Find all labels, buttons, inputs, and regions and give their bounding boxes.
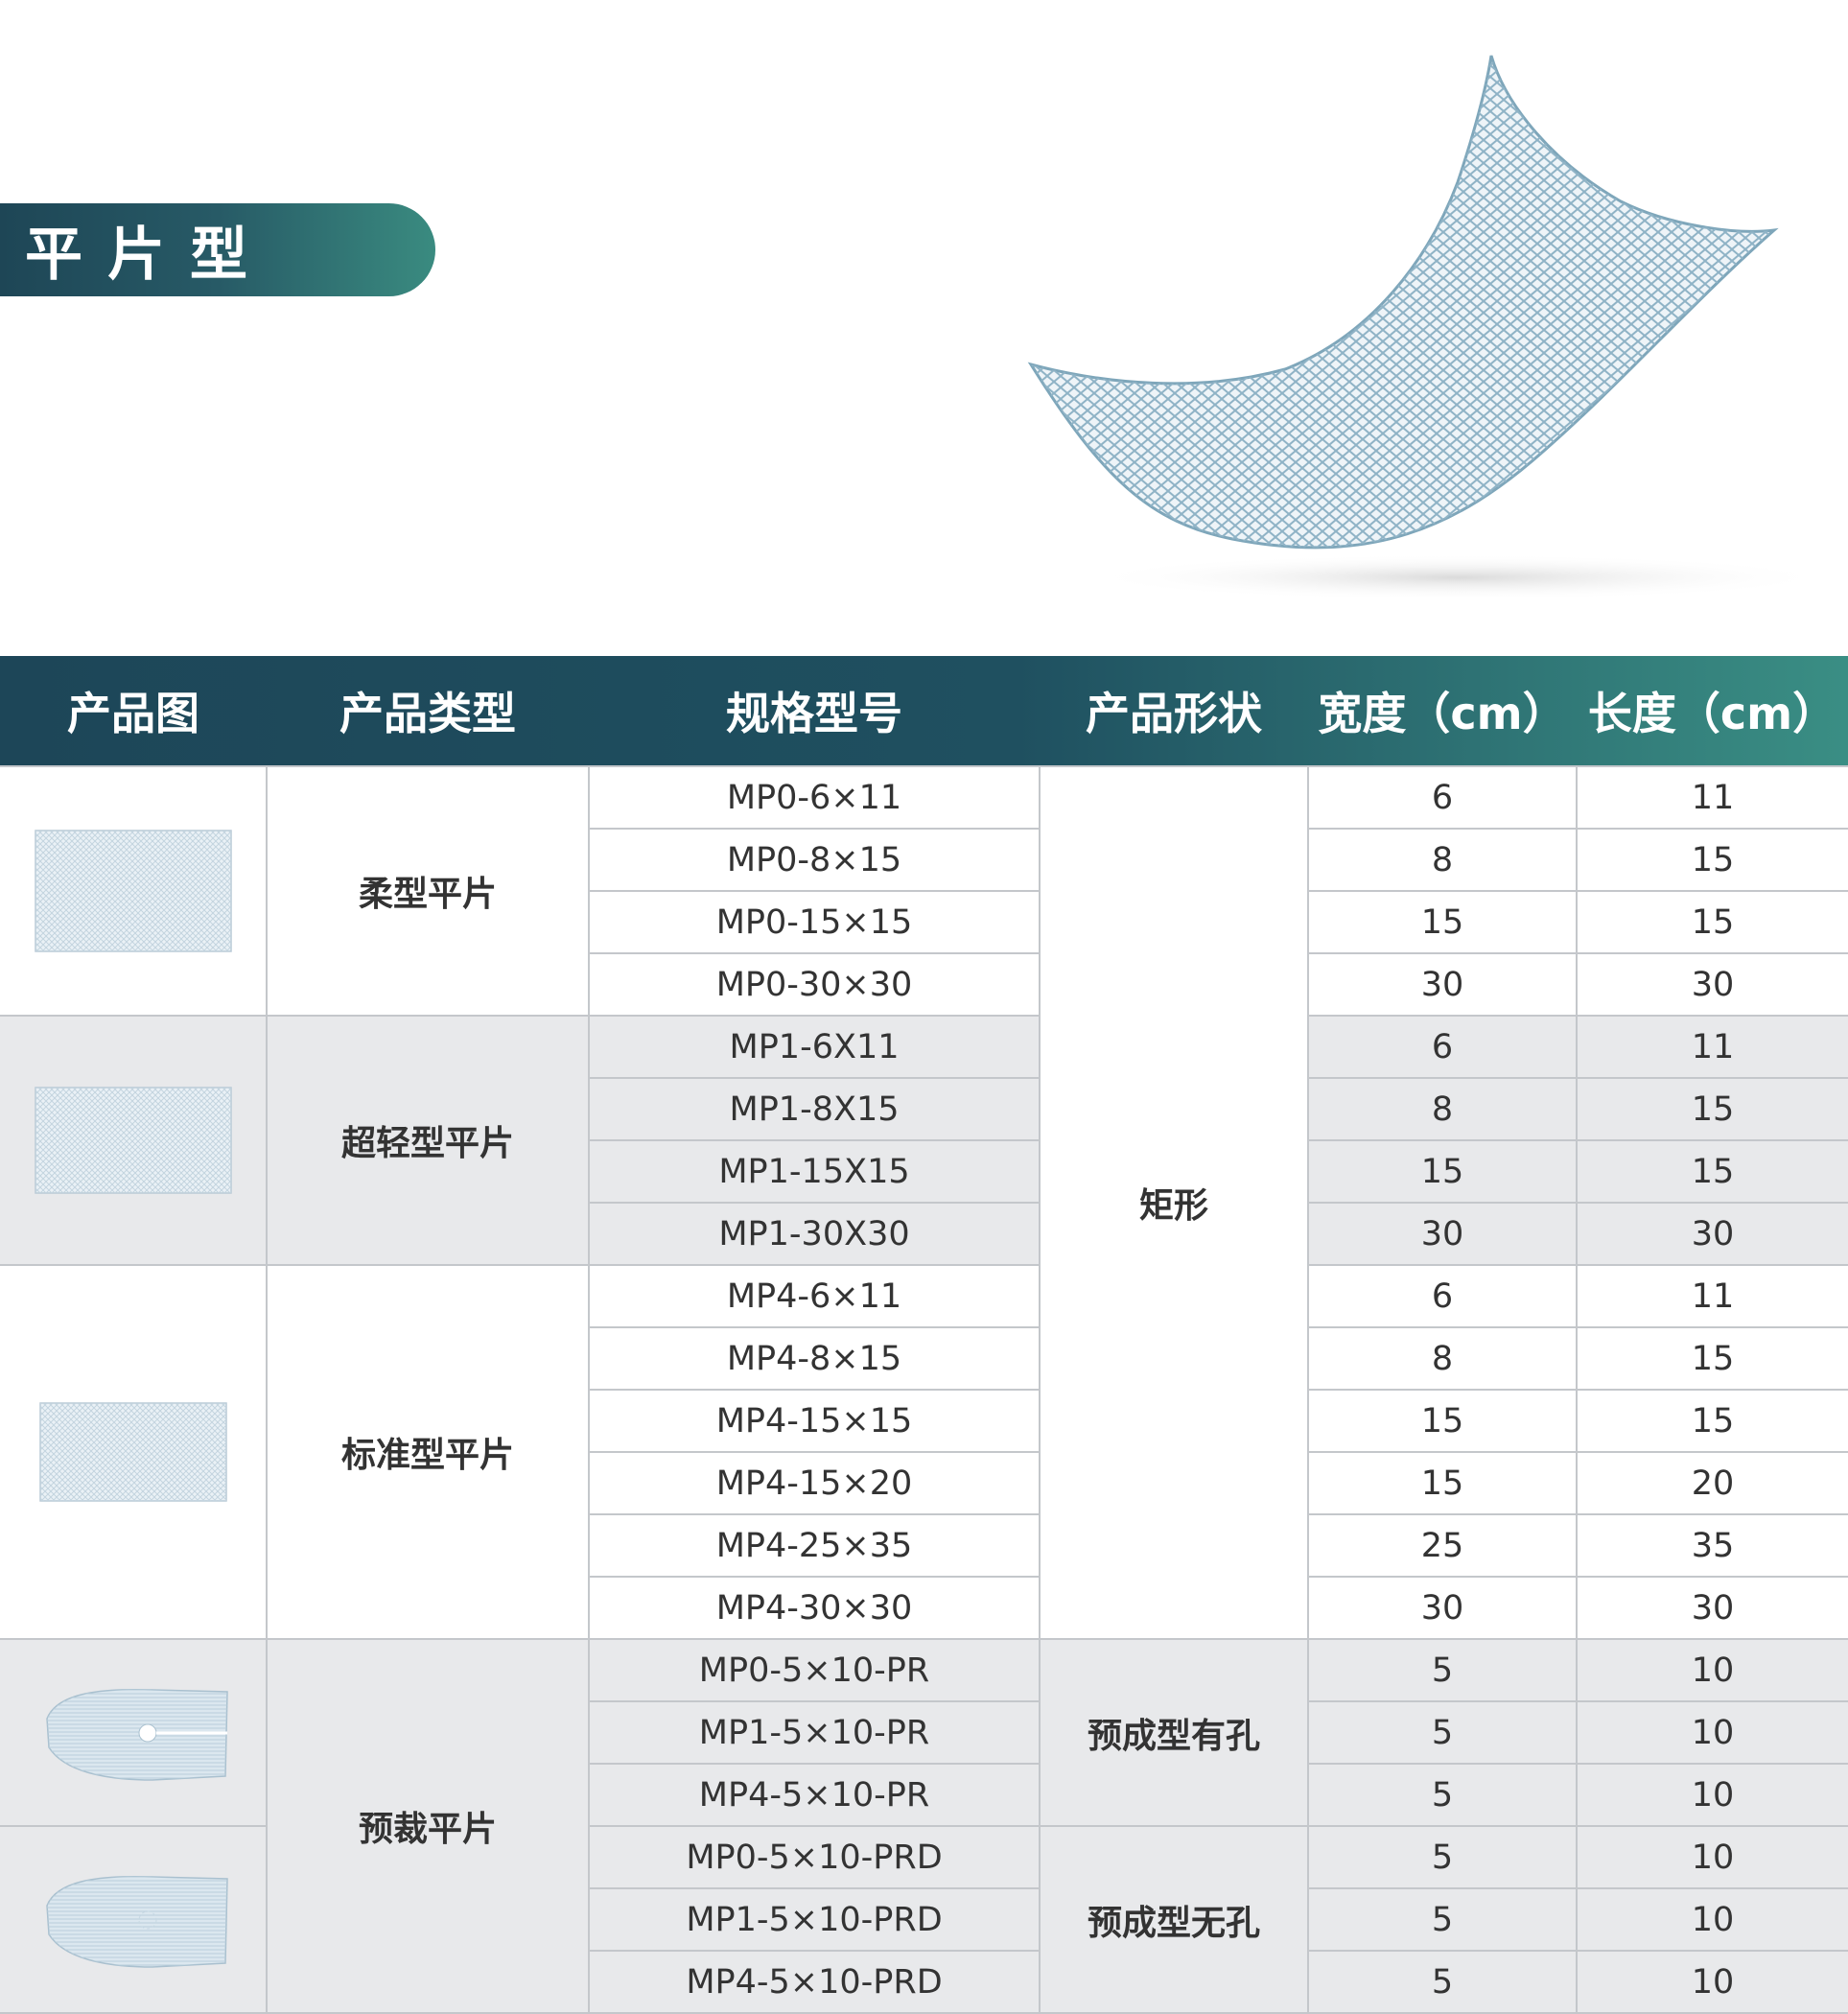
length-cell: 15 <box>1576 1326 1848 1391</box>
model-cell: MP4-15×20 <box>589 1451 1041 1515</box>
model-cell: MP4-5×10-PRD <box>589 1950 1041 2014</box>
product-image-cell <box>0 1638 268 1827</box>
length-cell: 10 <box>1576 1763 1848 1827</box>
section-banner: 平片型 <box>0 203 435 296</box>
length-cell: 30 <box>1576 952 1848 1017</box>
width-cell: 8 <box>1307 1326 1578 1391</box>
length-cell: 10 <box>1576 1700 1848 1765</box>
shape-cell: 预成型有孔 <box>1039 1638 1309 1827</box>
product-type: 预裁平片 <box>266 1638 590 2014</box>
header-product-image: 产品图 <box>67 688 199 739</box>
width-cell: 5 <box>1307 1825 1578 1889</box>
width-cell: 8 <box>1307 828 1578 892</box>
section-title: 平片型 <box>25 222 272 289</box>
table-row: 标准型平片 MP4-6×11 6 11 <box>0 1264 1848 1640</box>
width-cell: 8 <box>1307 1077 1578 1141</box>
header-length: 长度（cm） <box>1587 688 1837 739</box>
length-cell: 15 <box>1576 828 1848 892</box>
width-cell: 5 <box>1307 1700 1578 1765</box>
width-cell: 25 <box>1307 1513 1578 1578</box>
width-cell: 15 <box>1307 1139 1578 1204</box>
length-cell: 15 <box>1576 890 1848 954</box>
width-cell: 15 <box>1307 1451 1578 1515</box>
length-cell: 30 <box>1576 1576 1848 1640</box>
length-cell: 30 <box>1576 1202 1848 1266</box>
model-cell: MP1-30X30 <box>589 1202 1041 1266</box>
product-type: 柔型平片 <box>266 765 590 1017</box>
length-cell: 11 <box>1576 1264 1848 1328</box>
model-cell: MP4-30×30 <box>589 1576 1041 1640</box>
length-cell: 15 <box>1576 1077 1848 1141</box>
width-cell: 6 <box>1307 1015 1578 1079</box>
model-cell: MP1-15X15 <box>589 1139 1041 1204</box>
width-cell: 30 <box>1307 1202 1578 1266</box>
length-cell: 20 <box>1576 1451 1848 1515</box>
length-cell: 11 <box>1576 1015 1848 1079</box>
table-row: 预裁平片 MP0-5×10-PR 预成型有孔 5 10 <box>0 1638 1848 2014</box>
width-cell: 6 <box>1307 1264 1578 1328</box>
length-cell: 15 <box>1576 1139 1848 1204</box>
header-shape: 产品形状 <box>1086 688 1262 739</box>
spec-table: 产品图 产品类型 规格型号 产品形状 宽度（cm） 长度（cm） 柔型平片 MP0… <box>0 656 1848 2014</box>
header-model: 规格型号 <box>726 688 902 739</box>
model-cell: MP0-5×10-PRD <box>588 1825 1041 1889</box>
shape-cell: 矩形 <box>1039 765 1309 1640</box>
length-cell: 35 <box>1576 1513 1848 1578</box>
table-body: 柔型平片 MP0-6×11 矩形 6 11 MP0-8×15 8 15 MP0-15×15 15 1… <box>0 765 1848 2014</box>
header-product-type: 产品类型 <box>339 688 516 739</box>
model-cell: MP4-8×15 <box>589 1326 1041 1391</box>
width-cell: 6 <box>1307 765 1578 830</box>
length-cell: 10 <box>1576 1950 1848 2014</box>
mesh-sheet-illustration-icon <box>1027 55 1803 600</box>
rectangular-mesh-thumb-icon <box>34 1087 232 1194</box>
model-cell: MP1-8X15 <box>589 1077 1041 1141</box>
model-cell: MP4-6×11 <box>588 1264 1041 1328</box>
width-cell: 5 <box>1307 1950 1578 2014</box>
width-cell: 30 <box>1307 1576 1578 1640</box>
table-row: 柔型平片 MP0-6×11 矩形 6 11 <box>0 765 1848 1640</box>
width-cell: 5 <box>1307 1763 1578 1827</box>
length-cell: 10 <box>1576 1887 1848 1952</box>
product-type: 超轻型平片 <box>266 1015 590 1266</box>
width-cell: 5 <box>1307 1887 1578 1952</box>
product-image-cell <box>0 1015 268 1266</box>
width-cell: 5 <box>1307 1638 1578 1702</box>
rectangular-mesh-thumb-icon <box>38 1402 227 1502</box>
model-cell: MP0-8×15 <box>589 828 1041 892</box>
length-cell: 10 <box>1576 1638 1848 1702</box>
model-cell: MP1-6X11 <box>588 1015 1041 1079</box>
model-cell: MP0-5×10-PR <box>588 1638 1041 1702</box>
product-image-cell <box>0 765 268 1017</box>
model-cell: MP1-5×10-PRD <box>589 1887 1041 1952</box>
rectangular-mesh-thumb-icon <box>34 830 232 952</box>
model-cell: MP4-15×15 <box>589 1389 1041 1453</box>
length-cell: 11 <box>1576 765 1848 830</box>
model-cell: MP1-5×10-PR <box>589 1700 1041 1765</box>
model-cell: MP0-6×11 <box>588 765 1041 830</box>
width-cell: 15 <box>1307 890 1578 954</box>
product-image-cell <box>0 1264 268 1640</box>
product-image-cell <box>0 1825 268 2014</box>
precut-mesh-thumb-icon <box>45 1875 228 1968</box>
product-type: 标准型平片 <box>266 1264 590 1640</box>
header-width: 宽度（cm） <box>1318 688 1567 739</box>
model-cell: MP0-30×30 <box>589 952 1041 1017</box>
precut-mesh-thumb-icon <box>45 1688 228 1781</box>
length-cell: 10 <box>1576 1825 1848 1889</box>
table-row: 超轻型平片 MP1-6X11 6 11 <box>0 1015 1848 1266</box>
shape-cell: 预成型无孔 <box>1039 1825 1309 2014</box>
model-cell: MP4-5×10-PR <box>589 1763 1041 1827</box>
width-cell: 15 <box>1307 1389 1578 1453</box>
width-cell: 30 <box>1307 952 1578 1017</box>
length-cell: 15 <box>1576 1389 1848 1453</box>
table-header-row: 产品图 产品类型 规格型号 产品形状 宽度（cm） 长度（cm） <box>0 656 1848 766</box>
model-cell: MP0-15×15 <box>589 890 1041 954</box>
model-cell: MP4-25×35 <box>589 1513 1041 1578</box>
